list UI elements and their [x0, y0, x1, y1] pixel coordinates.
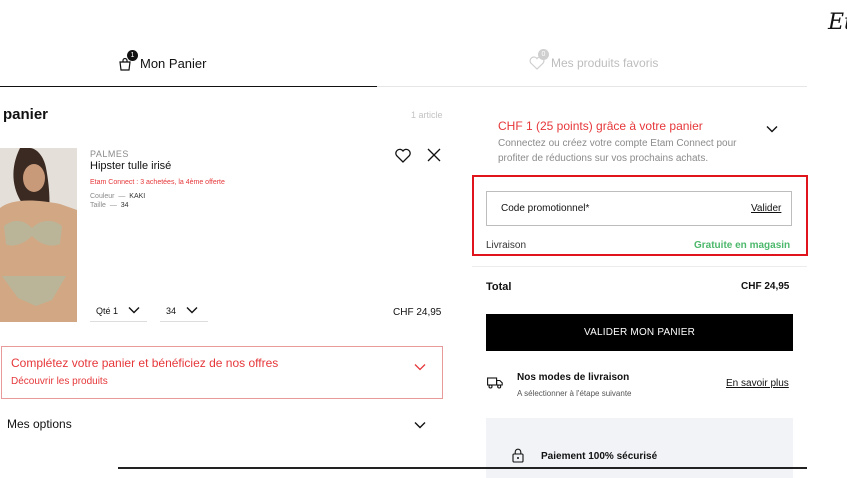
tab-divider: [377, 86, 807, 87]
quantity-select[interactable]: Qté 1: [90, 300, 147, 322]
remove-item-button[interactable]: [427, 148, 441, 162]
close-icon: [427, 148, 441, 166]
truck-icon: [487, 376, 503, 394]
cart-count-badge: 1: [127, 49, 138, 61]
secure-payment-panel: [486, 418, 793, 478]
total-label: Total: [486, 281, 512, 293]
chevron-down-icon: [186, 306, 198, 316]
promo-validate-link[interactable]: Valider: [751, 203, 781, 214]
cart-title: panier: [3, 106, 49, 123]
chevron-down-icon[interactable]: [414, 416, 426, 434]
bag-icon: 1: [118, 49, 138, 71]
delivery-modes-subtitle: A sélectionner à l'étape suivante: [517, 389, 632, 398]
discover-products-link[interactable]: Découvrir les produits: [11, 376, 108, 387]
delivery-modes-title: Nos modes de livraison: [517, 372, 630, 383]
heart-icon: [395, 148, 411, 168]
chevron-down-icon: [128, 306, 140, 316]
offers-title: Complétez votre panier et bénéficiez de …: [11, 356, 279, 370]
quantity-value: Qté 1: [96, 305, 119, 316]
color-value: KAKI: [129, 193, 146, 200]
total-value: CHF 24,95: [741, 281, 790, 292]
favorites-count-badge: 0: [538, 49, 549, 60]
chevron-down-icon[interactable]: [414, 358, 426, 376]
lock-icon: [512, 448, 524, 468]
tab-favorites-label: Mes produits favoris: [551, 56, 659, 70]
product-promo: Etam Connect : 3 achetées, la 4ème offer…: [90, 179, 225, 186]
options-toggle[interactable]: Mes options: [7, 417, 72, 431]
size-label: Taille: [90, 202, 106, 209]
item-price: CHF 24,95: [393, 307, 442, 318]
learn-more-link[interactable]: En savoir plus: [726, 378, 789, 389]
tab-cart-label: Mon Panier: [140, 56, 207, 71]
product-name[interactable]: Hipster tulle irisé: [90, 160, 171, 172]
footer-divider: [118, 467, 807, 469]
size-select-value: 34: [166, 305, 177, 316]
product-color: Couleur — KAKI: [90, 193, 146, 200]
active-tab-indicator: [0, 86, 377, 87]
tab-favorites[interactable]: 0 Mes produits favoris: [529, 49, 659, 70]
chevron-down-icon[interactable]: [766, 120, 778, 138]
divider: [472, 266, 807, 267]
loyalty-title: CHF 1 (25 points) grâce à votre panier: [498, 119, 703, 133]
loyalty-description: Connectez ou créez votre compte Etam Con…: [498, 138, 737, 164]
product-image[interactable]: [0, 148, 77, 322]
validate-cart-button[interactable]: VALIDER MON PANIER: [486, 314, 793, 351]
promo-code-input[interactable]: [486, 191, 792, 226]
add-to-favorites-button[interactable]: [395, 148, 411, 164]
shipping-value: Gratuite en magasin: [694, 240, 791, 251]
size-select[interactable]: 34: [160, 300, 208, 322]
cart-item-count: 1 article: [411, 110, 443, 120]
heart-icon: 0: [529, 49, 549, 70]
product-size: Taille — 34: [90, 202, 129, 209]
offers-banner[interactable]: [1, 346, 443, 399]
secure-payment-title: Paiement 100% sécurisé: [541, 451, 658, 462]
color-label: Couleur: [90, 193, 115, 200]
tab-cart[interactable]: 1 Mon Panier: [118, 49, 207, 71]
brand-logo[interactable]: Et: [828, 10, 847, 35]
shipping-label: Livraison: [486, 240, 527, 251]
product-brand: PALMES: [90, 149, 129, 159]
size-value: 34: [120, 202, 129, 209]
